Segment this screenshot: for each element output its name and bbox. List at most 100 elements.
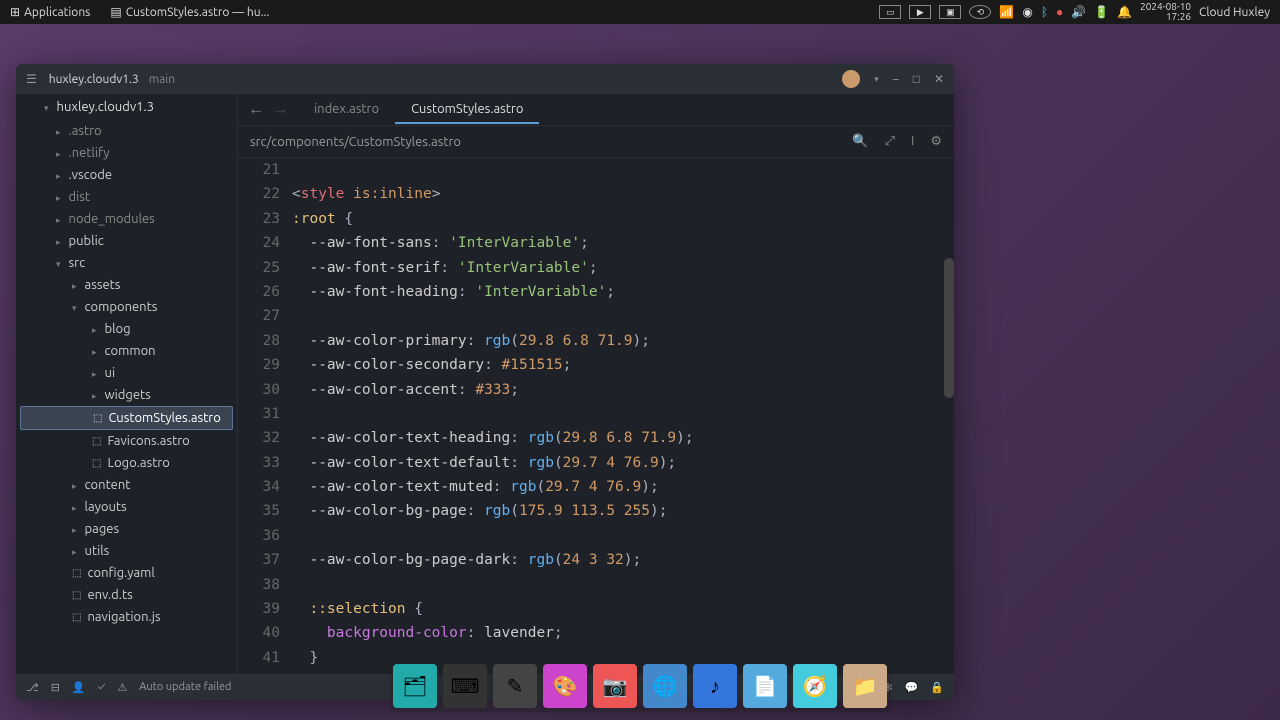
- dock-app-text[interactable]: 📄: [743, 664, 787, 708]
- status-chat-icon[interactable]: 💬: [905, 681, 919, 694]
- settings-icon[interactable]: ⚙: [930, 134, 942, 149]
- mic-indicator-icon[interactable]: ●: [1056, 5, 1063, 19]
- search-icon[interactable]: 🔍: [852, 134, 868, 149]
- folder-item[interactable]: src: [16, 252, 237, 274]
- nav-back-icon[interactable]: ←: [248, 100, 264, 119]
- notification-icon[interactable]: 🔔: [1117, 5, 1132, 19]
- folder-item[interactable]: widgets: [16, 384, 237, 406]
- titlebar[interactable]: ☰ huxley.cloudv1.3 main ▾ – □ ✕: [16, 64, 954, 94]
- bluetooth-icon[interactable]: ᛒ: [1041, 6, 1048, 19]
- code-line[interactable]: ::selection {: [292, 601, 954, 625]
- obs-icon[interactable]: ◉: [1022, 5, 1032, 19]
- dock-app-web[interactable]: 🧭: [793, 664, 837, 708]
- dock-app-editor[interactable]: ✎: [493, 664, 537, 708]
- code-line[interactable]: --aw-font-serif: 'InterVariable';: [292, 260, 954, 284]
- volume-icon[interactable]: 🔊: [1071, 5, 1086, 19]
- applications-menu[interactable]: ⊞ Applications: [4, 3, 96, 21]
- code-line[interactable]: background-color: lavender;: [292, 625, 954, 649]
- minimize-button[interactable]: –: [893, 73, 899, 86]
- code-line[interactable]: [292, 528, 954, 552]
- folder-item[interactable]: .vscode: [16, 164, 237, 186]
- vertical-scrollbar[interactable]: [944, 258, 954, 398]
- file-item[interactable]: ⬚config.yaml: [16, 562, 237, 584]
- folder-item[interactable]: .astro: [16, 120, 237, 142]
- maximize-button[interactable]: □: [913, 72, 920, 86]
- nav-forward-icon[interactable]: →: [272, 100, 288, 119]
- folder-item[interactable]: public: [16, 230, 237, 252]
- code-line[interactable]: [292, 577, 954, 601]
- folder-item[interactable]: ui: [16, 362, 237, 384]
- avatar-chevron-icon[interactable]: ▾: [874, 74, 879, 85]
- code-line[interactable]: [292, 406, 954, 430]
- dock-app-earth[interactable]: 🌐: [643, 664, 687, 708]
- dock-app-color[interactable]: 🎨: [543, 664, 587, 708]
- file-item[interactable]: ⬚Logo.astro: [16, 452, 237, 474]
- clock[interactable]: 2024-08-10 17:26: [1140, 2, 1191, 22]
- taskbar-window-tab[interactable]: ▤ CustomStyles.astro — hu...: [104, 3, 275, 21]
- dock-app-files[interactable]: 🗂: [393, 664, 437, 708]
- folder-item[interactable]: .netlify: [16, 142, 237, 164]
- folder-item[interactable]: blog: [16, 318, 237, 340]
- status-tree-icon[interactable]: ⊟: [51, 681, 60, 694]
- folder-item[interactable]: assets: [16, 274, 237, 296]
- close-button[interactable]: ✕: [934, 72, 944, 86]
- folder-item[interactable]: components: [16, 296, 237, 318]
- breadcrumb[interactable]: src/components/CustomStyles.astro: [250, 135, 461, 149]
- tray-terminal-icon[interactable]: ▶: [909, 5, 931, 19]
- folder-item[interactable]: common: [16, 340, 237, 362]
- wifi-icon[interactable]: 📶: [999, 5, 1014, 19]
- code-line[interactable]: --aw-color-bg-page-dark: rgb(24 3 32);: [292, 552, 954, 576]
- code-line[interactable]: --aw-color-bg-page: rgb(175.9 113.5 255)…: [292, 503, 954, 527]
- expand-icon[interactable]: ⤢: [885, 134, 895, 149]
- code-line[interactable]: --aw-color-accent: #333;: [292, 382, 954, 406]
- status-git-icon[interactable]: ⎇: [26, 681, 39, 694]
- code-line[interactable]: :root {: [292, 211, 954, 235]
- file-item[interactable]: ⬚env.d.ts: [16, 584, 237, 606]
- dock-app-photos[interactable]: 📷: [593, 664, 637, 708]
- folder-item[interactable]: utils: [16, 540, 237, 562]
- folder-item[interactable]: node_modules: [16, 208, 237, 230]
- editor-tab[interactable]: CustomStyles.astro: [395, 96, 539, 124]
- code-line[interactable]: --aw-color-text-muted: rgb(29.7 4 76.9);: [292, 479, 954, 503]
- code-line[interactable]: --aw-font-heading: 'InterVariable';: [292, 284, 954, 308]
- dock-app-folder[interactable]: 📁: [843, 664, 887, 708]
- tree-item-label: dist: [69, 190, 91, 204]
- tree-root[interactable]: huxley.cloudv1.3: [16, 94, 237, 120]
- dock-app-music[interactable]: ♪: [693, 664, 737, 708]
- status-check-icon[interactable]: ✓: [98, 681, 106, 693]
- folder-item[interactable]: content: [16, 474, 237, 496]
- code-line[interactable]: --aw-color-text-heading: rgb(29.8 6.8 71…: [292, 430, 954, 454]
- code-content[interactable]: <style is:inline>:root { --aw-font-sans:…: [292, 158, 954, 674]
- code-line[interactable]: --aw-font-sans: 'InterVariable';: [292, 235, 954, 259]
- editor-tab[interactable]: index.astro: [298, 96, 395, 124]
- battery-icon[interactable]: 🔋: [1094, 5, 1109, 19]
- branch-name[interactable]: main: [149, 73, 175, 86]
- file-item[interactable]: ⬚Favicons.astro: [16, 430, 237, 452]
- code-line[interactable]: [292, 308, 954, 332]
- file-item[interactable]: ⬚navigation.js: [16, 606, 237, 628]
- tray-record-icon[interactable]: ⟲: [969, 5, 991, 19]
- code-line[interactable]: --aw-color-primary: rgb(29.8 6.8 71.9);: [292, 333, 954, 357]
- code-line[interactable]: [292, 162, 954, 186]
- dock-app-terminal[interactable]: ⌨: [443, 664, 487, 708]
- user-name[interactable]: Cloud Huxley: [1199, 6, 1270, 19]
- folder-item[interactable]: layouts: [16, 496, 237, 518]
- cursor-icon[interactable]: I: [911, 134, 914, 149]
- tree-item-label: common: [105, 344, 156, 358]
- code-line[interactable]: <style is:inline>: [292, 186, 954, 210]
- status-lock-icon[interactable]: 🔒: [930, 681, 944, 694]
- avatar[interactable]: [842, 70, 860, 88]
- tray-display-icon[interactable]: ▭: [879, 5, 901, 19]
- file-item[interactable]: ⬚CustomStyles.astro: [20, 406, 233, 430]
- status-people-icon[interactable]: 👤: [72, 681, 86, 694]
- folder-item[interactable]: dist: [16, 186, 237, 208]
- file-tree[interactable]: huxley.cloudv1.3 .astro.netlify.vscode di…: [16, 94, 238, 674]
- hamburger-icon[interactable]: ☰: [26, 72, 37, 86]
- tray-screen-icon[interactable]: ▣: [939, 5, 961, 19]
- code-editor[interactable]: 2122232425262728293031323334353637383940…: [238, 158, 954, 674]
- code-line[interactable]: --aw-color-text-default: rgb(29.7 4 76.9…: [292, 455, 954, 479]
- chevron-right-icon: [72, 500, 79, 514]
- code-line[interactable]: --aw-color-secondary: #151515;: [292, 357, 954, 381]
- folder-item[interactable]: pages: [16, 518, 237, 540]
- status-message[interactable]: Auto update failed: [139, 681, 231, 693]
